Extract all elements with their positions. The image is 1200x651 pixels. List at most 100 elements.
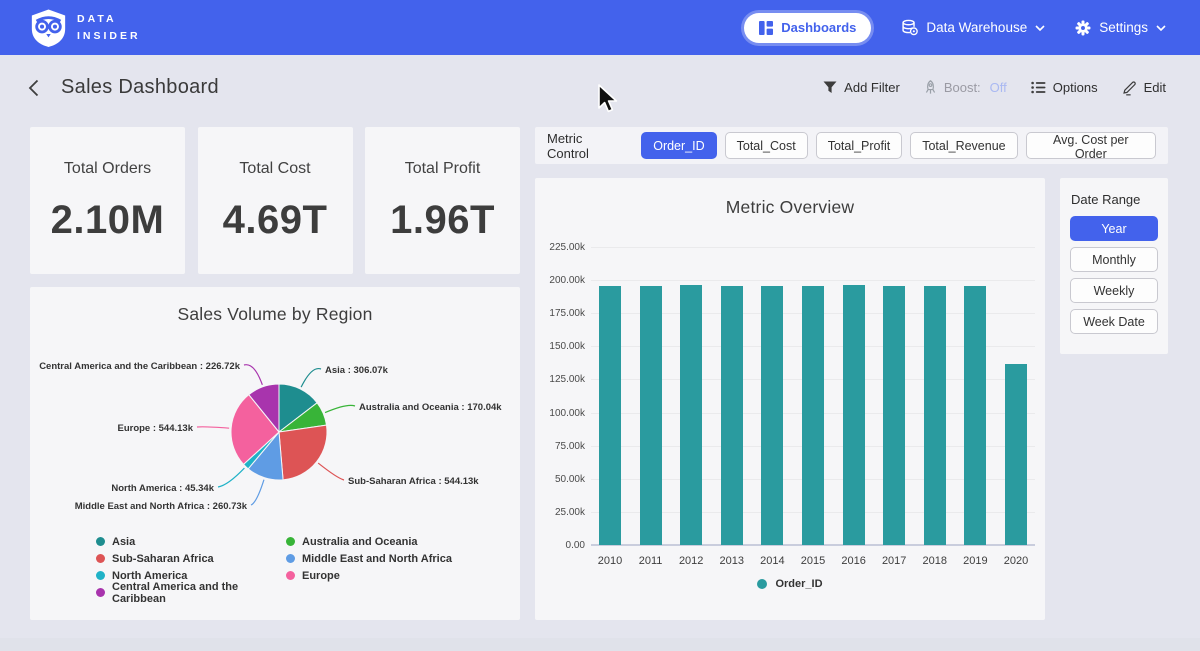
dashboard-grid-icon (759, 21, 773, 35)
date-range-button-week-date[interactable]: Week Date (1070, 309, 1158, 334)
bar-chart-legend[interactable]: Order_ID (535, 578, 1045, 590)
owl-logo-icon (30, 8, 67, 48)
legend-item-asia[interactable]: Asia (96, 533, 286, 550)
y-tick-label: 75.00k (537, 441, 585, 452)
bar-2014[interactable] (761, 286, 783, 545)
chevron-down-icon (1156, 25, 1166, 31)
bar-2010[interactable] (599, 286, 621, 545)
legend-label: Asia (112, 536, 135, 548)
pie-legend: AsiaSub-Saharan AfricaNorth AmericaCentr… (96, 533, 476, 601)
metric-button-order-id[interactable]: Order_ID (641, 132, 716, 159)
y-tick-label: 225.00k (537, 242, 585, 253)
bar-chart-title: Metric Overview (535, 197, 1045, 218)
metric-button-total-profit[interactable]: Total_Profit (816, 132, 903, 159)
app-root: DATA INSIDER Dashboards (0, 0, 1200, 651)
x-tick-label: 2019 (953, 555, 997, 567)
settings-menu[interactable]: Settings (1075, 20, 1166, 36)
legend-item-central-america-and-the-caribbean[interactable]: Central America and the Caribbean (96, 584, 286, 601)
date-range-label: Date Range (1071, 192, 1158, 207)
back-chevron-icon (28, 79, 39, 97)
legend-dot (757, 579, 767, 589)
bar-chart-panel: Metric Overview 0.00 25.00k 50.00k 75.00k 10… (535, 178, 1045, 620)
chevron-down-icon (1035, 25, 1045, 31)
data-warehouse-menu[interactable]: Data Warehouse (901, 19, 1045, 36)
legend-item-middle-east-and-north-africa[interactable]: Middle East and North Africa (286, 550, 476, 567)
bar-2012[interactable] (680, 285, 702, 545)
top-nav-bar: DATA INSIDER Dashboards (0, 0, 1200, 55)
x-tick-label: 2014 (750, 555, 794, 567)
y-tick-label: 25.00k (537, 507, 585, 518)
y-tick-label: 100.00k (537, 408, 585, 419)
dashboards-button[interactable]: Dashboards (744, 13, 871, 43)
bar-2015[interactable] (802, 286, 824, 545)
bar-2017[interactable] (883, 286, 905, 545)
x-tick-label: 2011 (629, 555, 673, 567)
legend-item-australia-and-oceania[interactable]: Australia and Oceania (286, 533, 476, 550)
edit-pencil-icon (1122, 80, 1137, 96)
bar-2018[interactable] (924, 286, 946, 545)
metric-button-avg-cost-per-order[interactable]: Avg. Cost per Order (1026, 132, 1156, 159)
bar-chart-plot-area (591, 247, 1035, 545)
pie-chart-title: Sales Volume by Region (30, 304, 520, 325)
bar-2013[interactable] (721, 286, 743, 545)
legend-dot (286, 537, 295, 546)
bar-2011[interactable] (640, 286, 662, 545)
legend-label: Sub-Saharan Africa (112, 553, 214, 565)
x-tick-label: 2017 (872, 555, 916, 567)
legend-label: Middle East and North Africa (302, 553, 452, 565)
boost-status: Off (990, 80, 1007, 95)
pie-slice-sub-saharan-africa[interactable] (279, 425, 327, 480)
legend-item-europe[interactable]: Europe (286, 567, 476, 584)
pie-callout-line (251, 480, 264, 505)
dashboards-label: Dashboards (781, 20, 856, 35)
date-range-button-weekly[interactable]: Weekly (1070, 278, 1158, 303)
y-tick-label: 200.00k (537, 275, 585, 286)
gear-icon (1075, 20, 1091, 36)
legend-dot (96, 588, 105, 597)
pie-callout-line (197, 427, 229, 428)
bar-2020[interactable] (1005, 364, 1027, 545)
legend-label: Australia and Oceania (302, 536, 418, 548)
metric-button-total-cost[interactable]: Total_Cost (725, 132, 808, 159)
boost-toggle[interactable]: Boost:Off (924, 80, 1007, 95)
rocket-icon (924, 80, 937, 95)
page-title: Sales Dashboard (61, 76, 219, 99)
pie-callout-line (325, 405, 355, 412)
legend-label: Order_ID (775, 578, 822, 590)
options-button[interactable]: Options (1031, 80, 1098, 95)
y-tick-label: 50.00k (537, 474, 585, 485)
date-range-button-year[interactable]: Year (1070, 216, 1158, 241)
date-range-panel: Date Range Year Monthly Weekly Week Date (1060, 178, 1168, 354)
metric-button-total-revenue[interactable]: Total_Revenue (910, 132, 1017, 159)
legend-label: Central America and the Caribbean (112, 581, 286, 605)
settings-label: Settings (1099, 20, 1148, 35)
database-icon (901, 19, 918, 36)
gridline (591, 247, 1035, 248)
brand-logo[interactable]: DATA INSIDER (30, 8, 141, 48)
top-nav-items: Dashboards Data Warehouse (744, 13, 1166, 43)
x-tick-label: 2010 (588, 555, 632, 567)
brand-line2: INSIDER (77, 28, 141, 44)
back-button[interactable] (28, 79, 39, 97)
pie-label: Sub-Saharan Africa : 544.13k (348, 476, 479, 487)
data-warehouse-label: Data Warehouse (926, 20, 1027, 35)
bar-2019[interactable] (964, 286, 986, 545)
legend-item-sub-saharan-africa[interactable]: Sub-Saharan Africa (96, 550, 286, 567)
edit-button[interactable]: Edit (1122, 80, 1166, 96)
date-range-button-monthly[interactable]: Monthly (1070, 247, 1158, 272)
add-filter-button[interactable]: Add Filter (823, 80, 900, 95)
kpi-label: Total Profit (405, 160, 481, 178)
bar-2016[interactable] (843, 285, 865, 545)
legend-dot (286, 571, 295, 580)
dashboard-toolbar: Sales Dashboard Add Filter Boost:Off (0, 55, 1200, 120)
options-list-icon (1031, 81, 1046, 94)
y-tick-label: 0.00 (537, 540, 585, 551)
bottom-strip (0, 638, 1200, 651)
kpi-value: 4.69T (223, 198, 328, 243)
pie-callout-line (318, 463, 344, 480)
pie-label: North America : 45.34k (111, 483, 214, 494)
legend-dot (96, 554, 105, 563)
x-tick-label: 2018 (913, 555, 957, 567)
kpi-card-total-orders: Total Orders 2.10M (30, 127, 185, 274)
pie-callout-line (301, 369, 321, 388)
